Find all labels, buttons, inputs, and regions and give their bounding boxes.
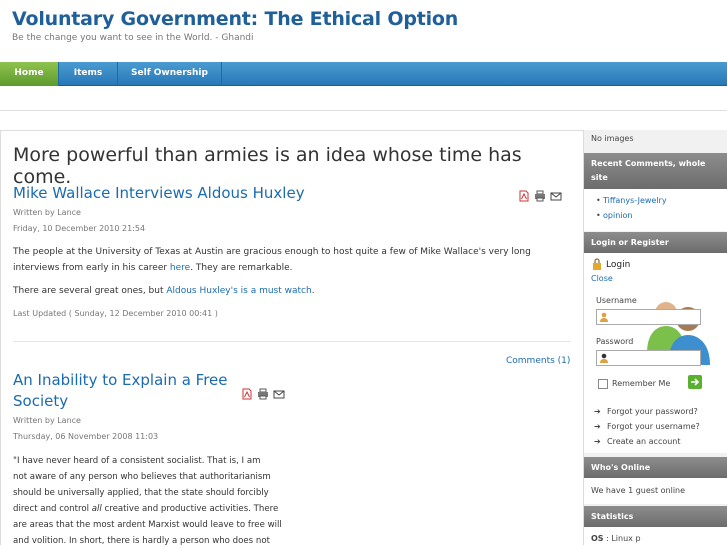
recent-comment-link[interactable]: Tiffanys-Jewelry <box>603 196 667 205</box>
quote-line: direct and control all creative and prod… <box>13 504 279 514</box>
article-author: Written by Lance <box>13 208 81 217</box>
os-stat: OS : Linux p <box>591 534 641 543</box>
recent-comment-link[interactable]: opinion <box>603 211 632 220</box>
no-images-text: No images <box>591 134 634 143</box>
create-account-link[interactable]: Create an account <box>607 437 681 446</box>
para-text: There are several great ones, but <box>13 286 167 296</box>
login-panel: Login Close Username Password Remember M… <box>584 253 727 453</box>
article-title-inability[interactable]: An Inability to Explain a Free <box>13 371 228 389</box>
login-header: Login or Register <box>584 232 727 253</box>
site-title[interactable]: Voluntary Government: The Ethical Option <box>12 8 458 30</box>
nav-home[interactable]: Home <box>0 62 59 86</box>
article-date: Thursday, 06 November 2008 11:03 <box>13 432 159 441</box>
statistics-panel: OS : Linux p <box>584 527 727 545</box>
comments-link[interactable]: Comments (1) <box>506 356 570 366</box>
arrow-icon: ➔ <box>594 422 601 431</box>
pdf-icon[interactable] <box>241 388 253 400</box>
para-text: . <box>311 286 315 296</box>
article-author: Written by Lance <box>13 416 81 425</box>
email-icon[interactable] <box>550 190 562 202</box>
print-icon[interactable] <box>257 388 269 400</box>
pdf-icon[interactable] <box>518 190 530 202</box>
para-text: . They are remarkable. <box>190 263 293 273</box>
sub-band <box>0 87 727 111</box>
article-quote: "I have never heard of a consistent soci… <box>13 453 303 549</box>
recent-comments-header: Recent Comments, whole site <box>584 153 727 189</box>
divider <box>13 341 571 342</box>
quote-line: and volition. In short, there is hardly … <box>13 536 270 546</box>
quote-line: not aware of any person who believes tha… <box>13 472 271 482</box>
sidebar: No images Recent Comments, whole site • … <box>583 130 727 545</box>
remember-checkbox[interactable] <box>598 379 608 389</box>
nav-self-ownership[interactable]: Self Ownership <box>118 62 222 86</box>
bullet: • <box>596 196 601 205</box>
quote-line: are areas that the most ardent Marxist w… <box>13 520 282 530</box>
remember-label: Remember Me <box>612 379 671 388</box>
password-field[interactable] <box>596 350 701 366</box>
bullet: • <box>596 211 601 220</box>
whos-online-header: Who's Online <box>584 457 727 478</box>
article-title-huxley[interactable]: Mike Wallace Interviews Aldous Huxley <box>13 184 305 202</box>
article-icons <box>241 388 285 400</box>
article-paragraph: The people at the University of Texas at… <box>13 244 573 276</box>
quote-line: should be universally applied, that the … <box>13 488 269 498</box>
site-header: Voluntary Government: The Ethical Option… <box>0 0 727 62</box>
recent-comments-panel: • Tiffanys-Jewelry • opinion <box>584 189 727 231</box>
forgot-username-link[interactable]: Forgot your username? <box>607 422 700 431</box>
arrow-icon: ➔ <box>594 437 601 446</box>
para-text: The people at the University of Texas at… <box>13 247 531 257</box>
article-paragraph: There are several great ones, but Aldous… <box>13 283 573 299</box>
print-icon[interactable] <box>534 190 546 202</box>
here-link[interactable]: here <box>170 263 190 273</box>
lock-icon <box>593 258 601 270</box>
password-label: Password <box>596 337 634 346</box>
username-field[interactable] <box>596 309 701 325</box>
main-content: More powerful than armies is an idea who… <box>0 130 583 546</box>
login-label: Login <box>606 260 631 270</box>
article-title-inability-2[interactable]: Society <box>13 392 68 410</box>
article-icons <box>518 190 562 202</box>
email-icon[interactable] <box>273 388 285 400</box>
whos-online-panel: We have 1 guest online <box>584 478 727 504</box>
statistics-header: Statistics <box>584 506 727 527</box>
site-tagline: Be the change you want to see in the Wor… <box>12 33 254 43</box>
article-date: Friday, 10 December 2010 21:54 <box>13 224 146 233</box>
arrow-icon: ➔ <box>594 407 601 416</box>
submit-arrow-icon[interactable] <box>688 375 702 389</box>
huxley-link[interactable]: Aldous Huxley's is a must watch <box>166 286 311 296</box>
key-icon <box>600 353 608 363</box>
nav-items[interactable]: Items <box>59 62 118 86</box>
para-text: interviews from early in his career <box>13 263 170 273</box>
page-heading: More powerful than armies is an idea who… <box>13 144 522 188</box>
whos-online-text: We have 1 guest online <box>591 486 686 495</box>
main-nav: Home Items Self Ownership <box>0 62 727 86</box>
last-updated: Last Updated ( Sunday, 12 December 2010 … <box>13 309 218 318</box>
user-icon <box>600 312 608 322</box>
forgot-password-link[interactable]: Forgot your password? <box>607 407 698 416</box>
close-link[interactable]: Close <box>591 274 613 283</box>
quote-line: "I have never heard of a consistent soci… <box>13 456 261 466</box>
username-label: Username <box>596 296 637 305</box>
